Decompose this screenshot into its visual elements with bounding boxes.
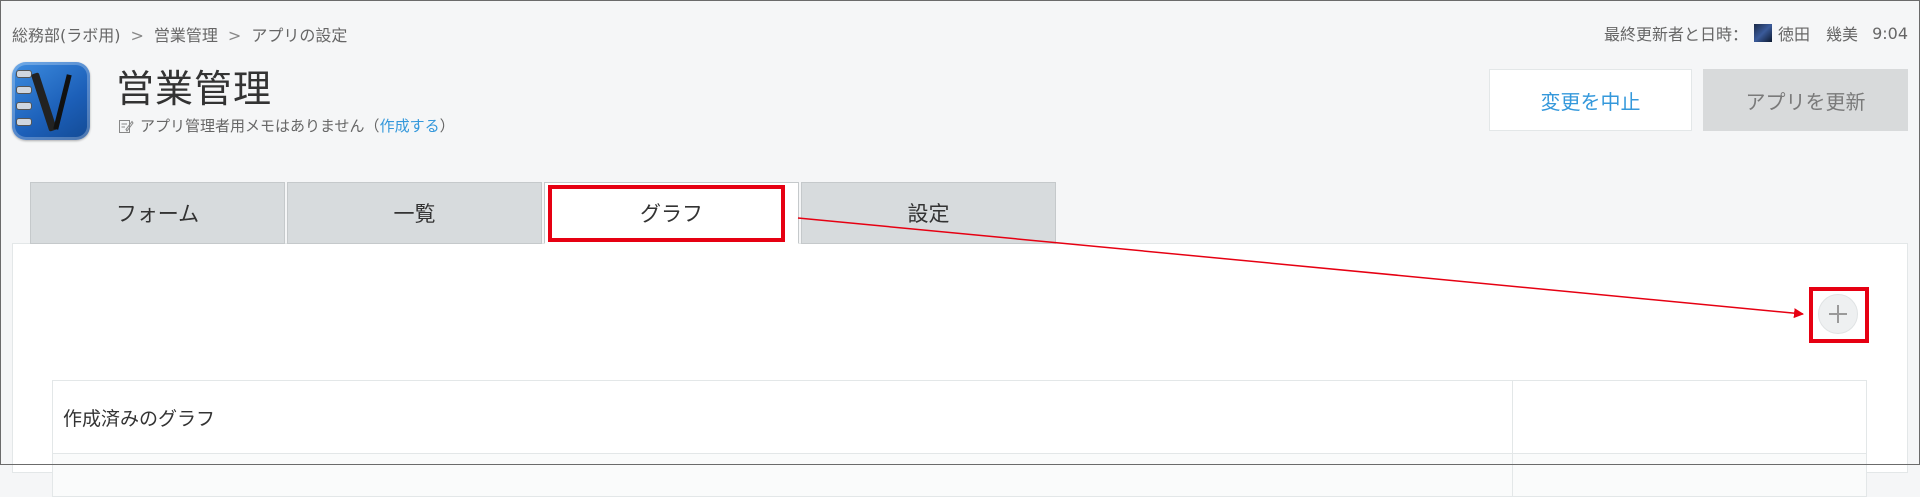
table-row [52, 453, 1867, 497]
created-graphs-table: 作成済みのグラフ [52, 380, 1867, 497]
app-title: 営業管理 [116, 67, 273, 111]
table-cell [52, 453, 1513, 497]
app-icon [12, 62, 90, 140]
table-cell [1512, 453, 1867, 497]
settings-tabs: フォーム 一覧 グラフ 設定 [30, 182, 1058, 244]
table-header-actions [1512, 380, 1867, 454]
tab-settings[interactable]: 設定 [801, 182, 1056, 244]
cancel-changes-button[interactable]: 変更を中止 [1489, 69, 1692, 131]
breadcrumb-item-app[interactable]: 営業管理 [154, 26, 218, 45]
create-memo-link[interactable]: 作成する [380, 115, 440, 136]
plus-icon [1829, 305, 1847, 323]
breadcrumb-item-space[interactable]: 総務部(ラボ用) [12, 26, 121, 45]
last-updated-user[interactable]: 徳田 幾美 [1778, 21, 1858, 45]
memo-text-close: ） [439, 117, 455, 135]
pen-icon [30, 72, 58, 132]
add-graph-button[interactable] [1818, 294, 1858, 334]
notebook-rings-icon [16, 70, 32, 132]
memo-text: アプリ管理者用メモはありません（ [140, 117, 380, 135]
user-avatar [1754, 24, 1773, 42]
last-updated-info: 最終更新者と日時： 徳田 幾美 9:04 [1604, 21, 1908, 45]
last-updated-time: 9:04 [1872, 23, 1908, 43]
table-header-title: 作成済みのグラフ [52, 380, 1513, 454]
pen-stroke-icon [53, 74, 72, 130]
tab-list[interactable]: 一覧 [287, 182, 542, 244]
app-admin-memo: アプリ管理者用メモはありません（ 作成する） [118, 115, 455, 136]
breadcrumb-item-current: アプリの設定 [251, 26, 348, 45]
breadcrumb: 総務部(ラボ用) > 営業管理 > アプリの設定 [12, 22, 347, 46]
breadcrumb-separator: > [130, 26, 144, 45]
table-header-row: 作成済みのグラフ [52, 380, 1867, 454]
tab-graph[interactable]: グラフ [544, 182, 799, 244]
edit-memo-icon [119, 119, 134, 133]
tab-form[interactable]: フォーム [30, 182, 285, 244]
breadcrumb-separator: > [227, 26, 242, 45]
update-app-button[interactable]: アプリを更新 [1703, 69, 1908, 131]
last-updated-label: 最終更新者と日時： [1604, 25, 1749, 44]
